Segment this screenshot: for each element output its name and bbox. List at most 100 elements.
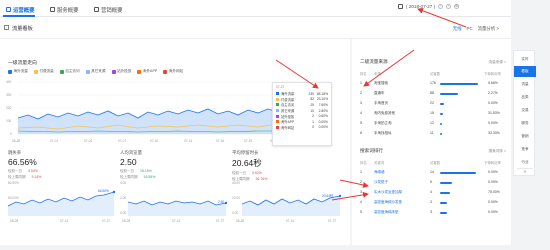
row-name[interactable]: 手淘找相似 [374,131,392,136]
tab-marketing-overview[interactable]: 营销概要 [94,4,123,15]
compare-value: 15.15% [140,169,152,173]
sparkline-point [338,194,342,198]
visitor-bar [440,82,478,85]
legend-item[interactable]: 淘外APP [137,69,157,74]
service-icon [50,7,55,12]
secondary-source-link[interactable]: 流量来源 > [489,60,506,65]
y-tick: 0 [10,132,12,136]
next-date-button[interactable]: › [446,4,452,9]
legend-item[interactable]: 付费流量 [33,69,54,74]
sparkline-area [128,201,226,216]
row-rate: 0.00% [488,200,498,204]
row-rate: 33.33% [488,131,500,135]
visitor-bar [440,112,443,115]
legend-item[interactable]: 淘外网站 [163,69,183,74]
table-row[interactable]: 3 实木沙发坐垫加厚 4 75.00% [360,189,506,197]
sidebar-close-button[interactable]: Y [514,168,536,177]
visitor-bar [440,181,452,184]
col-header: 排名 [360,161,367,165]
date-picker[interactable]: ( 2018-07-27 ) ‹ › ⚙ [398,4,460,9]
x-tick: 07-01 [50,139,59,143]
table-row[interactable]: 2 直通车 88 2.27% [360,90,506,98]
sidebar-item-industry[interactable]: 行业 [514,157,536,168]
row-name[interactable]: 实木沙发坐垫加厚 [374,190,402,195]
sidebar-item-marketing[interactable]: 营销 [514,131,536,142]
metric-label: 人均浏览量 [120,150,142,155]
sidebar-item-service[interactable]: 服务 [514,118,536,129]
sparkline-point [224,201,228,205]
legend-swatch [163,69,168,74]
trend-title: 一级流量走向 [8,61,37,66]
wireless-toggle[interactable]: 无线 [453,26,462,32]
compare-label: 较前一日 [232,171,246,175]
legend-swatch [137,69,142,74]
row-name[interactable]: 高密度海绵沙发垫 [374,200,402,205]
tab-label: 运营概要 [13,7,35,14]
tooltip-value: 230 [308,91,314,96]
sidebar-item-trade[interactable]: 交易 [514,105,536,116]
row-name[interactable]: 直通车 [374,91,385,96]
compare-label: 较上周同期 [8,174,26,179]
sparkline-peak-label: 66.56% [98,189,109,193]
keyword-rank-link[interactable]: 搜索词排 > [489,149,506,154]
sidebar-item-competition[interactable]: 竞争 [514,144,536,155]
legend-item[interactable]: 其它来源 [85,69,106,74]
row-rank: 4 [360,200,362,204]
legend-item[interactable]: 站外投放 [111,69,131,74]
legend-label: 海外流量 [13,69,28,73]
row-name[interactable]: 手淘首页 [374,101,388,106]
avg-pageviews-sparkline [128,200,228,216]
row-name[interactable]: 沙发垫子 [374,180,388,185]
prev-date-button[interactable]: ‹ [438,4,444,9]
row-name[interactable]: 手淘拍立淘 [374,121,392,126]
metric-value: 66.56% [8,157,37,167]
sidebar-item-dashboard[interactable]: 看板 [514,66,536,77]
table-row[interactable]: 3 手淘首页 22 0.00% [360,100,506,108]
table-row[interactable]: 4 淘内免费其他 15 31.53% [360,110,506,118]
sidebar-item-traffic[interactable]: 流量 [514,79,536,90]
metric-bounce-rate: 跳失率 66.56% 较前一日 3.54% 较上周同期 3.14% [8,150,47,180]
legend-item[interactable]: 海外流量 [8,69,28,74]
sparkline-point [112,190,116,194]
tooltip-swatch [276,109,279,113]
tab-operations-overview[interactable]: 运营概要 [6,4,35,15]
table-row[interactable]: 2 沙发垫子 5 0.00% [360,179,506,187]
pc-toggle[interactable]: PC [467,26,473,32]
compare-value: 3.14% [31,174,42,179]
row-visitors: 176 [430,81,436,85]
row-rank: 4 [360,111,362,115]
mini-y-tick: 80.00% [8,181,19,185]
row-name[interactable]: 淘内免费其他 [374,111,395,116]
table-row[interactable]: 1 海绵墙 14 0.00% [360,169,506,177]
legend-item[interactable]: 自主访问 [59,69,80,74]
compare-label: 较上周同期 [232,176,250,181]
tooltip-date: 07-27 [276,85,285,89]
table-row[interactable]: 4 高密度海绵沙发垫 3 0.00% [360,199,506,207]
table-row[interactable]: 5 手淘拍立淘 12 0.00% [360,120,506,128]
traffic-analysis-link[interactable]: 流量分析 > [478,26,499,32]
tooltip-swatch [276,114,279,118]
metric-value: 2.50 [120,157,137,167]
settings-icon[interactable]: ⚙ [454,4,460,9]
row-name[interactable]: 淘宝搜索 [374,81,388,86]
sidebar-item-category[interactable]: 品类 [514,92,536,103]
table-row[interactable]: 6 手淘找相似 11 33.33% [360,130,506,138]
mini-y-tick: 0.00 [120,211,127,215]
tab-label: 服务概要 [57,7,79,14]
tab-service-overview[interactable]: 服务概要 [50,4,79,15]
compare-value: 16.55% [143,174,156,179]
mini-x-tick: 07-14 [60,219,69,223]
tooltip-pct: 0.00% [318,119,328,124]
col-header: 排名 [360,72,367,76]
sidebar-item-realtime[interactable]: 实时 [514,54,536,65]
compare-label: 较前一日 [8,169,22,173]
row-name[interactable]: 海绵墙 [374,170,385,175]
row-name[interactable]: 高密度海绵床垫 [374,210,399,215]
table-row[interactable]: 5 高密度海绵床垫 3 0.00% [360,209,506,217]
row-visitors: 3 [430,210,432,214]
table-row[interactable]: 1 淘宝搜索 176 0.66% [360,80,506,88]
mini-y-tick: 20.00 [232,196,240,200]
section-title: 流量看板 [12,26,33,32]
mini-y-tick: 0.00 [232,211,239,215]
visitor-bar [440,122,442,125]
